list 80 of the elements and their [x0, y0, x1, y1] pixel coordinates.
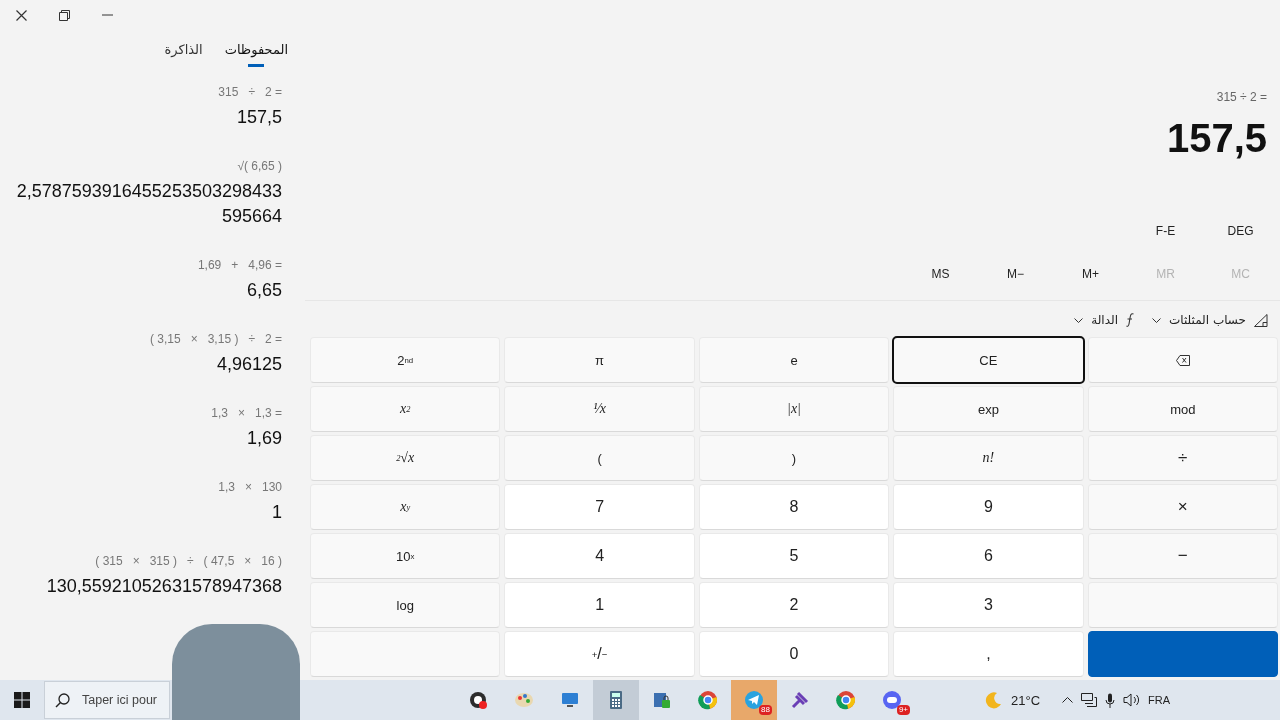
monitor-icon	[560, 690, 580, 710]
history-expression: 1,3 × 130	[217, 479, 282, 496]
history-expression: ( 3,15 × 3,15 ) ÷ 2 =	[149, 331, 282, 348]
chevron-up-icon	[1062, 697, 1074, 703]
triangle-icon	[1254, 313, 1268, 327]
speaker-icon	[1123, 693, 1141, 707]
function-icon	[1126, 313, 1134, 327]
function-key[interactable]: π	[504, 337, 695, 383]
history-result[interactable]: 130,55921052631578947368	[46, 574, 282, 599]
close-icon	[16, 9, 27, 21]
history-result[interactable]: 6,65	[246, 278, 282, 303]
history-result[interactable]: 1,69	[246, 426, 282, 451]
mode-button[interactable]: F-E	[1128, 211, 1203, 251]
search-icon	[55, 692, 70, 708]
microphone-icon	[1105, 692, 1116, 708]
language-indicator[interactable]: FRA	[1148, 694, 1171, 706]
moon-icon	[985, 691, 1003, 709]
taskbar-app-button[interactable]: 9+	[869, 680, 915, 720]
satellite-icon	[790, 690, 810, 710]
history-expression: 1,3 × 1,3 =	[210, 405, 282, 422]
history-tab[interactable]: الذاكرة	[164, 38, 203, 67]
function-key[interactable]: (	[504, 435, 695, 481]
history-result[interactable]: 1	[272, 500, 282, 525]
history-expression: √( 6,65 )	[236, 158, 282, 175]
digit-key[interactable]: 1	[504, 582, 695, 628]
history-result[interactable]: 157,5	[236, 105, 282, 130]
backspace-icon	[1175, 354, 1190, 366]
digit-key[interactable]: 2	[698, 582, 890, 628]
function-dropdown[interactable]: الدالة	[1072, 313, 1136, 327]
network-icon	[1081, 693, 1098, 707]
memory-button[interactable]: MS	[903, 254, 978, 294]
function-key[interactable]: |x|	[698, 386, 890, 432]
taskbar-app-button[interactable]: 88	[731, 680, 777, 720]
history-expression: ( 315 × 315 ) ÷ ( 47,5 × 16 )	[94, 553, 282, 570]
trigonometry-dropdown[interactable]: حساب المثلثات	[1150, 313, 1270, 327]
digit-key[interactable]: ,	[893, 631, 1084, 677]
function-key[interactable]: 2$^{nd}$	[310, 337, 501, 383]
function-key[interactable]: mod	[1087, 386, 1278, 432]
function-key[interactable]: 10$^{x}$	[310, 533, 501, 579]
digit-key[interactable]: 3	[893, 582, 1084, 628]
browser-icon	[698, 690, 718, 710]
history-expression: 1,69 + 4,96 =	[196, 257, 282, 274]
digit-key[interactable]: 7	[504, 484, 695, 530]
digit-key[interactable]: 0	[698, 631, 890, 677]
weather-temperature[interactable]: 21°C	[1011, 692, 1041, 708]
digit-key[interactable]: 4	[504, 533, 695, 579]
notification-badge: 9+	[896, 705, 910, 715]
function-key[interactable]: log	[310, 582, 501, 628]
search-field[interactable]: Taper ici pour	[44, 681, 170, 719]
history-expression: 315 ÷ 2 =	[217, 84, 282, 101]
mode-button[interactable]: DEG	[1203, 211, 1278, 251]
digit-key[interactable]: 9	[893, 484, 1084, 530]
function-key[interactable]: e	[698, 337, 890, 383]
digit-key[interactable]: 6	[893, 533, 1084, 579]
result-display: 157,5	[1165, 115, 1267, 162]
windows-logo-icon	[14, 692, 30, 708]
minimize-icon	[102, 14, 113, 16]
memory-button[interactable]: M−	[978, 254, 1053, 294]
function-key[interactable]: exp	[893, 386, 1084, 432]
operator-key[interactable]: −	[1087, 533, 1278, 579]
digit-key[interactable]: 5	[698, 533, 890, 579]
memory-button[interactable]: M+	[1053, 254, 1128, 294]
record-icon	[468, 690, 488, 710]
palette-icon	[514, 690, 534, 710]
chevron-down-icon	[1152, 317, 1161, 323]
restore-icon	[59, 9, 70, 21]
function-key[interactable]: n!	[893, 435, 1084, 481]
history-result[interactable]: 4,96125	[216, 352, 282, 377]
operator-key[interactable]: ÷	[1087, 435, 1278, 481]
lock-icon	[652, 690, 672, 710]
digit-key[interactable]: 8	[698, 484, 890, 530]
history-result[interactable]: 2,5787593916455253503298433595664	[8, 179, 282, 229]
function-key[interactable]: )	[698, 435, 890, 481]
expression-text: 315 ÷ 2 =	[1215, 89, 1267, 106]
notification-badge: 88	[759, 705, 772, 715]
operator-key[interactable]: ×	[1087, 484, 1278, 530]
function-key[interactable]: ¹⁄x	[504, 386, 695, 432]
browser-icon	[836, 690, 856, 710]
chevron-down-icon	[1074, 317, 1084, 323]
function-key[interactable]: CE	[893, 337, 1084, 383]
